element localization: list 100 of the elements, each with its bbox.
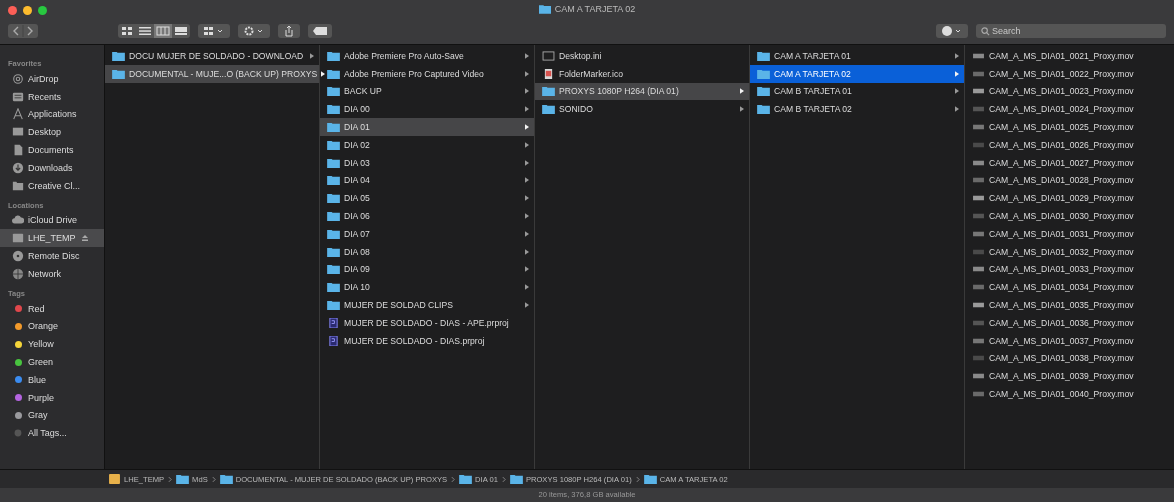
sidebar-item[interactable]: iCloud Drive [0,211,104,230]
file-row[interactable]: MUJER DE SOLDADO - DIAS - APE.prproj [320,313,534,332]
file-row[interactable]: CAM_A_MS_DIA01_0023_Proxy.mov [965,82,1174,101]
list-view-button[interactable] [136,24,154,38]
gallery-view-button[interactable] [172,24,190,38]
file-row[interactable]: CAM_A_MS_DIA01_0021_Proxy.mov [965,47,1174,65]
file-row[interactable]: CAM_A_MS_DIA01_0035_Proxy.mov [965,296,1174,314]
file-row[interactable]: Adobe Premiere Pro Captured Video [320,64,534,83]
close-button[interactable] [8,5,17,15]
file-row[interactable]: DIA 01 [320,118,534,136]
eject-icon[interactable] [81,235,88,242]
window-title: CAM A TARJETA 02 [554,4,636,14]
folder-icon [327,300,340,311]
share-button[interactable] [278,24,300,38]
circle-icon [941,25,963,37]
file-row[interactable]: DIA 04 [320,171,534,190]
sidebar-item[interactable]: Documents [0,141,104,159]
folder-icon [643,474,657,484]
file-row[interactable]: CAM_A_MS_DIA01_0029_Proxy.mov [965,189,1174,208]
file-row[interactable]: DIA 08 [320,242,534,261]
file-row[interactable]: CAM A TARJETA 02 [750,64,964,83]
file-row[interactable]: CAM_A_MS_DIA01_0024_Proxy.mov [965,100,1174,119]
file-row[interactable]: CAM B TARJETA 01 [750,82,964,101]
file-row[interactable]: CAM_A_MS_DIA01_0034_Proxy.mov [965,278,1174,297]
file-row[interactable]: MUJER DE SOLDADO - DIAS.prproj [320,331,534,350]
sidebar-item[interactable]: Green [0,353,104,371]
file-row[interactable]: CAM_A_MS_DIA01_0027_Proxy.mov [965,153,1174,172]
sidebar-item[interactable]: Recents [0,87,104,106]
sidebar-item[interactable]: LHE_TEMP [0,229,104,248]
file-row[interactable]: DOCU MUJER DE SOLDADO - DOWNLOAD [105,47,319,65]
folder-icon [757,50,770,61]
sidebar-item[interactable]: Desktop [0,123,104,142]
file-row[interactable]: Adobe Premiere Pro Auto-Save [320,47,534,65]
sidebar-item[interactable]: Applications [0,105,104,124]
sidebar-item[interactable]: Remote Disc [0,247,104,265]
folder-icon [327,228,340,239]
file-row[interactable]: CAM_A_MS_DIA01_0031_Proxy.mov [965,224,1174,243]
action-button[interactable] [238,24,270,38]
file-row[interactable]: PROXYS 1080P H264 (DIA 01) [535,82,749,101]
file-row[interactable]: CAM_A_MS_DIA01_0039_Proxy.mov [965,367,1174,386]
folder-icon [509,474,523,484]
group-button[interactable] [198,24,230,38]
sidebar-item[interactable]: All Tags... [0,424,104,443]
file-row[interactable]: CAM B TARJETA 02 [750,100,964,119]
search-field[interactable]: Search [976,24,1166,38]
sidebar-item[interactable]: Orange [0,317,104,336]
file-row[interactable]: DIA 00 [320,100,534,119]
file-row[interactable]: CAM_A_MS_DIA01_0037_Proxy.mov [965,331,1174,350]
file-row[interactable]: CAM_A_MS_DIA01_0036_Proxy.mov [965,313,1174,332]
document-icon [12,144,24,157]
sidebar-item[interactable]: Downloads [0,159,104,177]
file-row[interactable]: DIA 07 [320,224,534,243]
file-row[interactable]: CAM_A_MS_DIA01_0030_Proxy.mov [965,207,1174,225]
file-row[interactable]: CAM_A_MS_DIA01_0028_Proxy.mov [965,171,1174,190]
file-row[interactable]: CAM_A_MS_DIA01_0025_Proxy.mov [965,118,1174,136]
chevron-icon [635,475,640,483]
zoom-button[interactable] [38,5,47,15]
file-row[interactable]: CAM_A_MS_DIA01_0026_Proxy.mov [965,136,1174,154]
folder-icon [327,68,340,79]
file-row[interactable]: DIA 06 [320,207,534,225]
file-row[interactable]: DIA 05 [320,189,534,208]
folder-icon [327,139,340,150]
folder-icon [327,122,340,133]
folder-icon [757,86,770,97]
file-row[interactable]: CAM_A_MS_DIA01_0022_Proxy.mov [965,64,1174,83]
minimize-button[interactable] [23,5,32,15]
sidebar-item[interactable]: AirDrop [0,70,104,88]
folder-icon [12,179,24,192]
applications-icon [12,108,24,121]
image-file-icon [542,68,555,79]
file-row[interactable]: CAM A TARJETA 01 [750,47,964,65]
file-row[interactable]: FolderMarker.ico [535,64,749,83]
sidebar-item[interactable]: Blue [0,370,104,389]
sidebar-item[interactable]: Purple [0,388,104,407]
file-row[interactable]: MUJER DE SOLDAD CLIPS [320,296,534,314]
file-row[interactable]: DIA 10 [320,278,534,297]
tag-button[interactable] [308,24,332,38]
file-row[interactable]: DIA 09 [320,260,534,279]
sidebar-item[interactable]: Red [0,299,104,318]
folder-icon [219,474,233,484]
file-row[interactable]: CAM_A_MS_DIA01_0032_Proxy.mov [965,242,1174,261]
file-row[interactable]: CAM_A_MS_DIA01_0040_Proxy.mov [965,385,1174,403]
file-row[interactable]: DIA 02 [320,136,534,154]
share-icon [283,25,295,37]
sidebar-item[interactable]: Gray [0,406,104,425]
sidebar-item[interactable]: Yellow [0,335,104,354]
file-row[interactable]: SONIDO [535,100,749,119]
file-row[interactable]: CAM_A_MS_DIA01_0033_Proxy.mov [965,260,1174,279]
file-row[interactable]: DIA 03 [320,153,534,172]
grid-icon [120,26,134,36]
folder-icon [327,211,340,222]
sidebar-item[interactable]: Network [0,264,104,283]
file-row[interactable]: CAM_A_MS_DIA01_0038_Proxy.mov [965,349,1174,368]
sidebar-item[interactable]: Creative Cl... [0,176,104,195]
file-row[interactable]: Desktop.ini [535,47,749,65]
dropbox-button[interactable] [936,24,968,38]
drive-icon [12,232,24,245]
back-forward-buttons[interactable] [8,24,38,38]
file-row[interactable]: BACK UP [320,82,534,101]
folder-icon [542,104,555,115]
